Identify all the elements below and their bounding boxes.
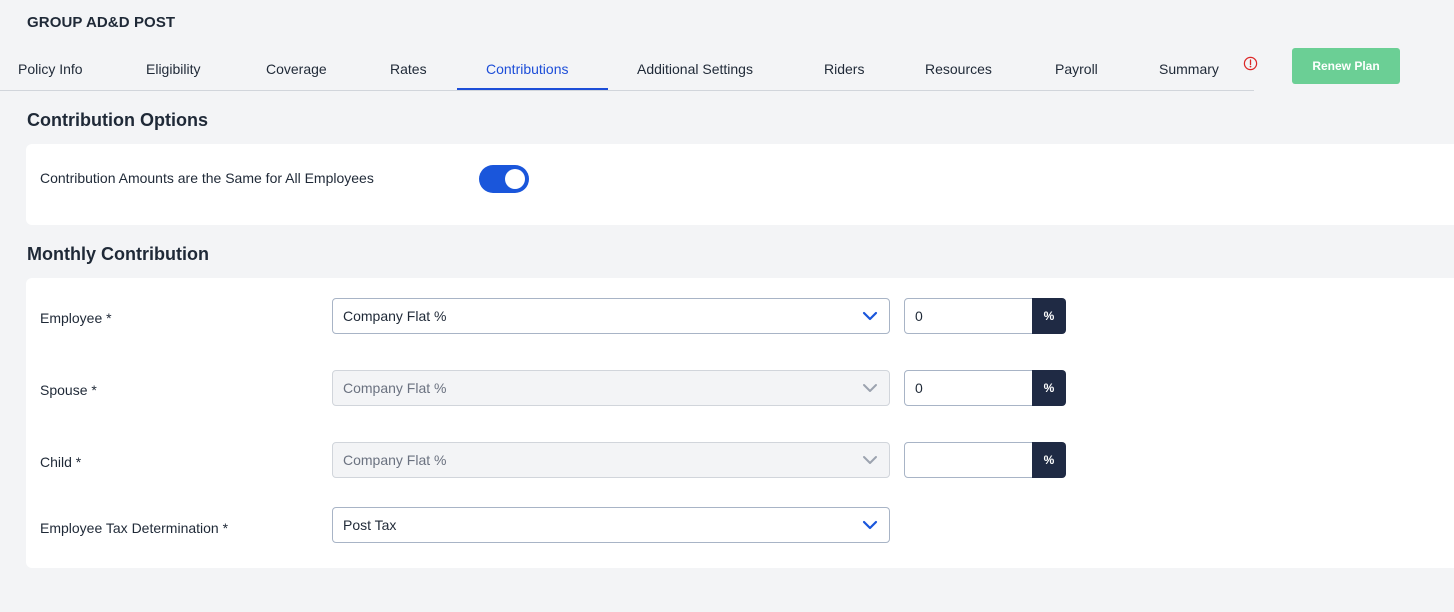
employee-amount-input[interactable] <box>904 298 1033 334</box>
tab-resources[interactable]: Resources <box>925 50 992 90</box>
plan-title: GROUP AD&D POST <box>27 14 176 31</box>
employee-contribution-type-select[interactable]: Company Flat % <box>332 298 890 334</box>
select-value: Company Flat % <box>343 380 447 396</box>
spouse-contribution-type-select: Company Flat % <box>332 370 890 406</box>
spouse-label: Spouse * <box>40 382 97 398</box>
select-value: Post Tax <box>343 517 397 533</box>
active-tab-indicator <box>457 88 608 90</box>
tab-policy-info[interactable]: Policy Info <box>18 50 83 90</box>
contribution-options-title: Contribution Options <box>27 110 208 130</box>
tab-coverage[interactable]: Coverage <box>266 50 327 90</box>
chevron-down-icon <box>863 456 877 464</box>
same-for-all-label: Contribution Amounts are the Same for Al… <box>40 170 374 186</box>
child-contribution-type-select: Company Flat % <box>332 442 890 478</box>
tax-determination-label: Employee Tax Determination * <box>40 520 229 536</box>
tax-determination-select[interactable]: Post Tax <box>332 507 890 543</box>
child-amount-input[interactable] <box>904 442 1033 478</box>
child-label: Child * <box>40 454 82 470</box>
spouse-amount-input[interactable] <box>904 370 1033 406</box>
renew-plan-button[interactable]: Renew Plan <box>1292 48 1400 84</box>
toggle-knob <box>505 169 525 189</box>
tab-additional-settings[interactable]: Additional Settings <box>637 50 753 90</box>
exclamation-circle-icon[interactable] <box>1243 56 1258 71</box>
contribution-options-card: Contribution Amounts are the Same for Al… <box>26 144 1454 225</box>
chevron-down-icon <box>862 520 878 530</box>
monthly-contribution-card: Employee * Company Flat % % Spouse * Com… <box>26 278 1454 568</box>
select-value: Company Flat % <box>343 308 447 324</box>
tab-payroll[interactable]: Payroll <box>1055 50 1098 90</box>
chevron-down-icon <box>862 311 878 321</box>
percent-addon: % <box>1032 370 1066 406</box>
tab-riders[interactable]: Riders <box>824 50 864 90</box>
same-for-all-toggle[interactable] <box>479 165 529 193</box>
select-value: Company Flat % <box>343 452 447 468</box>
page-header: GROUP AD&D POST Policy Info Eligibility … <box>0 0 1454 92</box>
tab-summary[interactable]: Summary <box>1159 50 1219 90</box>
employee-label: Employee * <box>40 310 112 326</box>
tab-contributions[interactable]: Contributions <box>486 50 569 90</box>
tab-bar: Policy Info Eligibility Coverage Rates C… <box>0 50 1254 91</box>
chevron-down-icon <box>863 384 877 392</box>
percent-addon: % <box>1032 298 1066 334</box>
tab-rates[interactable]: Rates <box>390 50 427 90</box>
monthly-contribution-title: Monthly Contribution <box>27 244 209 264</box>
percent-addon: % <box>1032 442 1066 478</box>
tab-eligibility[interactable]: Eligibility <box>146 50 200 90</box>
